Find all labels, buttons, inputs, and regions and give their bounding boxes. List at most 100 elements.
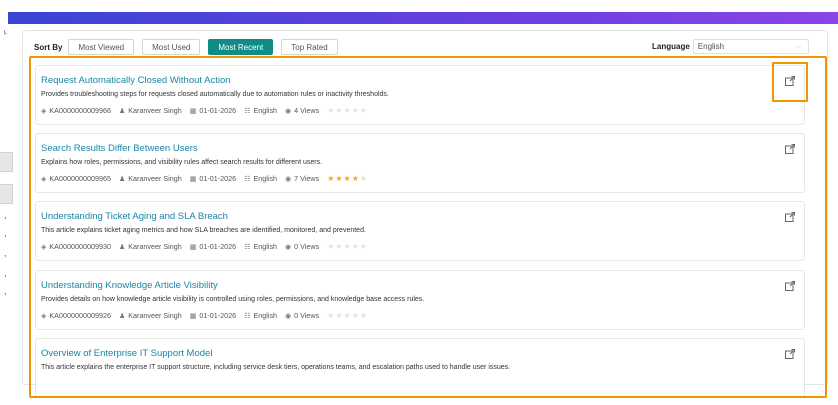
external-link-icon[interactable] bbox=[784, 74, 796, 86]
rail-mark: , bbox=[4, 248, 7, 258]
article-author: Karanveer Singh bbox=[128, 242, 182, 251]
star-icon[interactable]: ★ bbox=[344, 106, 351, 115]
language-icon: ☷ bbox=[244, 312, 251, 320]
star-icon[interactable]: ★ bbox=[344, 311, 351, 320]
article-author: Karanveer Singh bbox=[128, 174, 182, 183]
rating-stars[interactable]: ★ ★ ★ ★ ★ bbox=[327, 311, 368, 320]
star-icon[interactable]: ★ bbox=[352, 106, 359, 115]
article-id: KA0000000009965 bbox=[49, 174, 111, 183]
star-icon[interactable]: ★ bbox=[352, 311, 359, 320]
star-icon[interactable]: ★ bbox=[327, 311, 334, 320]
article-language: English bbox=[253, 242, 278, 251]
sort-bar: Sort By Most Viewed Most Used Most Recen… bbox=[34, 38, 346, 56]
article-views: 7 Views bbox=[294, 174, 320, 183]
star-icon[interactable]: ★ bbox=[335, 106, 342, 115]
article-title[interactable]: Search Results Differ Between Users bbox=[41, 143, 198, 154]
star-icon[interactable]: ★ bbox=[360, 106, 367, 115]
rating-stars[interactable]: ★ ★ ★ ★ ★ bbox=[327, 242, 368, 251]
eye-icon: ◉ bbox=[285, 243, 292, 251]
eye-icon: ◉ bbox=[285, 175, 292, 183]
article-id: KA0000000009966 bbox=[49, 106, 111, 115]
article-author: Karanveer Singh bbox=[128, 106, 182, 115]
rail-tab[interactable] bbox=[0, 184, 13, 204]
rail-mark: ˪ bbox=[4, 26, 7, 36]
rail-tab[interactable] bbox=[0, 152, 13, 172]
rail-mark: , bbox=[4, 286, 7, 296]
article-language: English bbox=[253, 311, 278, 320]
article-views: 4 Views bbox=[294, 106, 320, 115]
language-selected-value: English bbox=[697, 41, 725, 51]
eye-icon: ◉ bbox=[285, 312, 292, 320]
article-views: 0 Views bbox=[294, 311, 320, 320]
star-icon[interactable]: ★ bbox=[344, 174, 351, 183]
star-icon[interactable]: ★ bbox=[360, 174, 367, 183]
external-link-icon[interactable] bbox=[784, 279, 796, 291]
user-icon: ♟ bbox=[118, 312, 126, 320]
article-card[interactable]: Search Results Differ Between Users Expla… bbox=[35, 133, 805, 193]
article-author: Karanveer Singh bbox=[128, 311, 182, 320]
star-icon[interactable]: ★ bbox=[360, 242, 367, 251]
language-select[interactable]: English ⌵ bbox=[692, 38, 809, 54]
article-language: English bbox=[253, 174, 278, 183]
article-meta: ◈ KA0000000009930 ♟ Karanveer Singh ▦ 01-01-2… bbox=[41, 242, 368, 251]
article-title[interactable]: Understanding Knowledge Article Visibili… bbox=[41, 280, 218, 291]
rating-stars[interactable]: ★ ★ ★ ★ ★ bbox=[327, 174, 368, 183]
article-title[interactable]: Overview of Enterprise IT Support Model bbox=[41, 348, 212, 359]
sort-most-recent-button[interactable]: Most Recent bbox=[208, 39, 274, 55]
user-icon: ♟ bbox=[118, 175, 126, 183]
language-icon: ☷ bbox=[244, 107, 251, 115]
article-description: This article explains ticket aging metri… bbox=[41, 227, 366, 234]
article-meta: ◈ KA0000000009926 ♟ Karanveer Singh ▦ 01-01-2… bbox=[41, 311, 368, 320]
article-card[interactable]: Understanding Ticket Aging and SLA Breac… bbox=[35, 201, 805, 261]
language-icon: ☷ bbox=[244, 243, 251, 251]
star-icon[interactable]: ★ bbox=[327, 174, 334, 183]
tag-icon: ◈ bbox=[41, 107, 47, 115]
star-icon[interactable]: ★ bbox=[327, 106, 334, 115]
rail-mark: , bbox=[4, 268, 7, 278]
sort-most-viewed-button[interactable]: Most Viewed bbox=[68, 39, 135, 55]
article-id: KA0000000009926 bbox=[49, 311, 111, 320]
tag-icon: ◈ bbox=[41, 175, 47, 183]
article-language: English bbox=[253, 106, 278, 115]
star-icon[interactable]: ★ bbox=[352, 174, 359, 183]
user-icon: ♟ bbox=[118, 107, 126, 115]
calendar-icon: ▦ bbox=[189, 175, 197, 183]
article-id: KA0000000009930 bbox=[49, 242, 111, 251]
article-description: This article explains the enterprise IT … bbox=[41, 364, 511, 371]
sort-by-label: Sort By bbox=[34, 42, 63, 52]
external-link-icon[interactable] bbox=[784, 347, 796, 359]
article-card[interactable]: Request Automatically Closed Without Act… bbox=[35, 65, 805, 125]
rail-mark: , bbox=[4, 228, 7, 238]
tag-icon: ◈ bbox=[41, 243, 47, 251]
rating-stars[interactable]: ★ ★ ★ ★ ★ bbox=[327, 106, 368, 115]
article-title[interactable]: Understanding Ticket Aging and SLA Breac… bbox=[41, 211, 228, 222]
sort-most-used-button[interactable]: Most Used bbox=[142, 39, 201, 55]
star-icon[interactable]: ★ bbox=[327, 242, 334, 251]
article-title[interactable]: Request Automatically Closed Without Act… bbox=[41, 75, 231, 86]
user-icon: ♟ bbox=[118, 243, 126, 251]
calendar-icon: ▦ bbox=[189, 243, 197, 251]
external-link-icon[interactable] bbox=[784, 142, 796, 154]
star-icon[interactable]: ★ bbox=[335, 242, 342, 251]
star-icon[interactable]: ★ bbox=[352, 242, 359, 251]
star-icon[interactable]: ★ bbox=[335, 311, 342, 320]
star-icon[interactable]: ★ bbox=[344, 242, 351, 251]
tag-icon: ◈ bbox=[41, 312, 47, 320]
external-link-icon[interactable] bbox=[784, 210, 796, 222]
article-date: 01-01-2026 bbox=[199, 242, 237, 251]
article-meta: ◈ KA0000000009966 ♟ Karanveer Singh ▦ 01-01-2… bbox=[41, 106, 368, 115]
article-card[interactable]: Overview of Enterprise IT Support Model T… bbox=[35, 338, 805, 398]
article-description: Explains how roles, permissions, and vis… bbox=[41, 159, 323, 166]
left-rail: ˪ , , , , , bbox=[0, 24, 22, 405]
article-card[interactable]: Understanding Knowledge Article Visibili… bbox=[35, 270, 805, 330]
article-date: 01-01-2026 bbox=[199, 174, 237, 183]
article-meta: ◈ KA0000000009965 ♟ Karanveer Singh ▦ 01-01-2… bbox=[41, 174, 368, 183]
star-icon[interactable]: ★ bbox=[335, 174, 342, 183]
language-icon: ☷ bbox=[244, 175, 251, 183]
language-label: Language bbox=[652, 41, 690, 51]
sort-top-rated-button[interactable]: Top Rated bbox=[281, 39, 338, 55]
article-date: 01-01-2026 bbox=[199, 106, 237, 115]
star-icon[interactable]: ★ bbox=[360, 311, 367, 320]
calendar-icon: ▦ bbox=[189, 312, 197, 320]
eye-icon: ◉ bbox=[285, 107, 292, 115]
